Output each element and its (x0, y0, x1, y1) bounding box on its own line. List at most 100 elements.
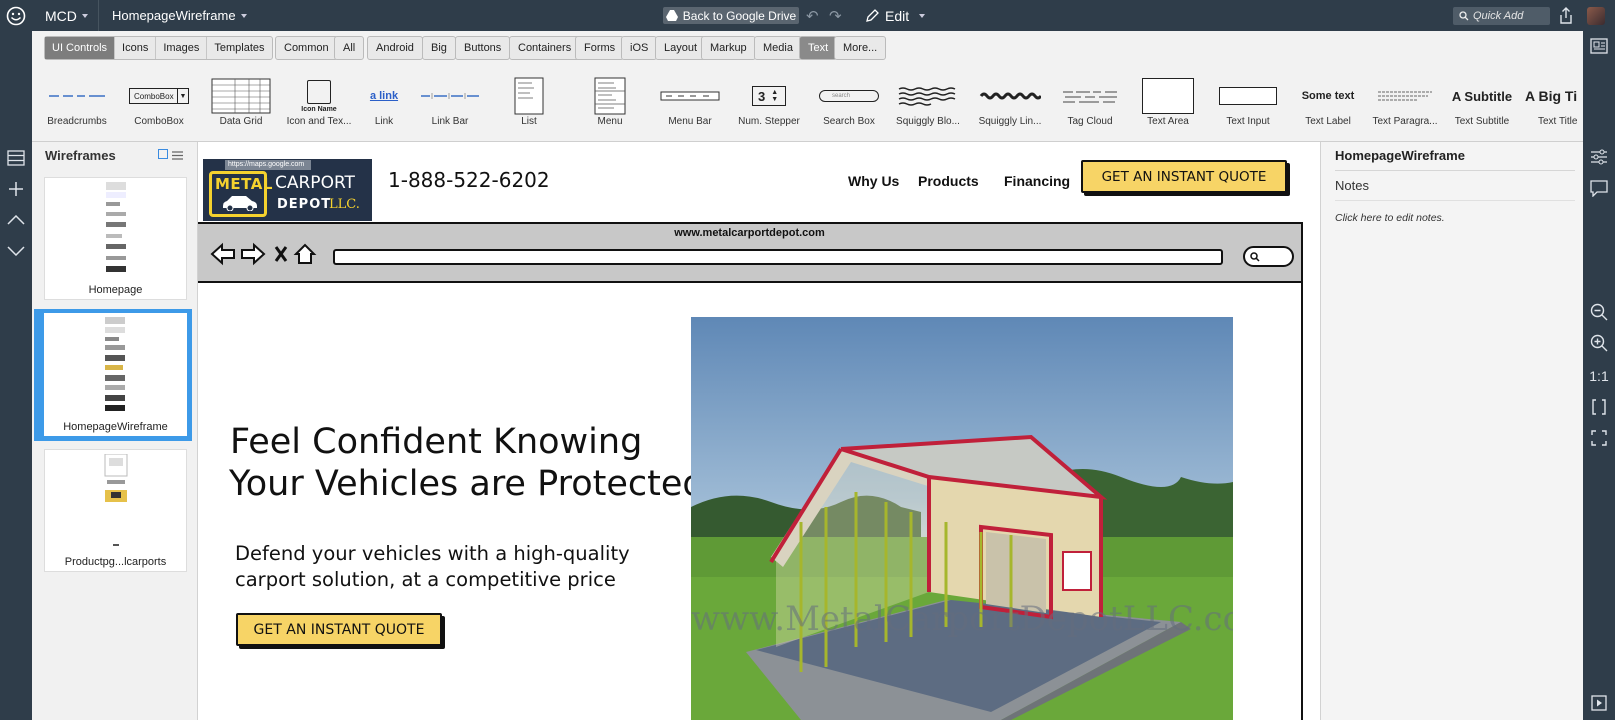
tab-icons[interactable]: Icons (115, 37, 157, 59)
category-more[interactable]: More... (834, 36, 887, 60)
search-icon (1459, 11, 1469, 21)
view-tabs: UI Controls Icons Images Templates (44, 36, 273, 60)
quick-add-input[interactable]: Quick Add (1453, 7, 1550, 25)
text-title-preview-text: A Big Ti (1525, 88, 1578, 104)
palette-squiggly-line[interactable]: Squiggly Lin... (970, 71, 1050, 131)
palette-label: Num. Stepper (738, 116, 800, 127)
squiggly-block-icon (888, 77, 968, 115)
palette-squiggly-block[interactable]: Squiggly Blo... (888, 71, 968, 131)
nav-link-products[interactable]: Products (918, 173, 979, 189)
palette-label: Menu Bar (668, 116, 712, 127)
tab-ui-controls[interactable]: UI Controls (45, 37, 116, 59)
palette-text-area[interactable]: Text Area (1128, 71, 1208, 131)
nav-link-why-us[interactable]: Why Us (848, 173, 899, 189)
zoom-in-icon[interactable] (1583, 331, 1615, 355)
category-buttons[interactable]: Buttons (455, 36, 511, 60)
comment-icon[interactable] (1583, 176, 1615, 200)
browser-address-bar[interactable] (333, 249, 1223, 265)
carport-illustration (691, 434, 1233, 720)
notes-label: Notes (1335, 178, 1369, 193)
text-area-icon (1128, 77, 1208, 115)
category-media[interactable]: Media (754, 36, 802, 60)
undo-icon[interactable]: ↶ (806, 0, 819, 31)
category-common[interactable]: Common (275, 36, 338, 60)
palette-breadcrumbs[interactable]: Breadcrumbs (37, 71, 117, 131)
chevron-up-icon[interactable] (0, 208, 32, 232)
palette-combobox[interactable]: ComboBox ▼ ComboBox (119, 71, 199, 131)
add-icon[interactable] (0, 177, 32, 201)
zoom-out-icon[interactable] (1583, 300, 1615, 324)
thumbnail-view-icon[interactable] (158, 149, 168, 159)
wireframe-item-homepage[interactable]: Homepage (44, 177, 187, 300)
combobox-icon: ComboBox ▼ (119, 77, 199, 115)
text-subtitle-icon: A Subtitle (1442, 77, 1522, 115)
palette-search-box[interactable]: search Search Box (809, 71, 889, 131)
palette-text-label[interactable]: Some text Text Label (1288, 71, 1368, 131)
category-big[interactable]: Big (422, 36, 456, 60)
category-android[interactable]: Android (367, 36, 423, 60)
palette-link-bar[interactable]: Link Bar (410, 71, 490, 131)
browser-search-field[interactable] (1243, 246, 1294, 267)
category-text[interactable]: Text (799, 36, 838, 60)
ui-library-toolbar: UI Controls Icons Images Templates Commo… (32, 31, 1583, 142)
list-view-icon[interactable] (0, 146, 32, 170)
category-ios[interactable]: iOS (621, 36, 658, 60)
palette-menu-bar[interactable]: Menu Bar (650, 71, 730, 131)
wireframe-canvas[interactable]: https://maps.google.com METAL CARPORT DE… (198, 142, 1320, 720)
share-icon[interactable] (1559, 0, 1573, 31)
fullscreen-icon[interactable] (1583, 426, 1615, 450)
category-markup[interactable]: Markup (701, 36, 756, 60)
category-all[interactable]: All (334, 36, 365, 60)
company-logo[interactable]: https://maps.google.com METAL CARPORT DE… (203, 159, 372, 221)
search-box-preview-text: search (819, 90, 879, 102)
palette-text-input[interactable]: Text Input (1208, 71, 1288, 131)
quick-add-placeholder: Quick Add (1473, 10, 1524, 22)
wireframe-item-productpg[interactable]: Productpg...lcarports (44, 449, 187, 572)
palette-text-subtitle[interactable]: A Subtitle Text Subtitle (1442, 71, 1522, 131)
project-menu[interactable]: MCD (45, 0, 88, 31)
logo-link-url: https://maps.google.com (225, 160, 311, 170)
text-input-icon (1208, 77, 1288, 115)
category-layout[interactable]: Layout (655, 36, 707, 60)
category-forms[interactable]: Forms (575, 36, 625, 60)
get-instant-quote-button-header[interactable]: GET AN INSTANT QUOTE (1081, 160, 1287, 193)
play-icon[interactable] (1583, 691, 1615, 715)
carport-hero-image: www.MetalCarportDepotLLC.com (691, 317, 1233, 720)
layout-toggle-icon[interactable] (1583, 34, 1615, 58)
fit-width-icon[interactable] (1583, 395, 1615, 419)
palette-data-grid[interactable]: Data Grid (201, 71, 281, 131)
palette-label: Breadcrumbs (47, 116, 107, 127)
car-icon (223, 196, 257, 211)
tab-images[interactable]: Images (156, 37, 208, 59)
avatar[interactable] (1587, 0, 1605, 31)
tab-templates[interactable]: Templates (207, 37, 271, 59)
browser-toolbar-mock: www.metalcarportdepot.com (198, 224, 1301, 283)
link-bar-icon (410, 77, 490, 115)
palette-num-stepper[interactable]: 3 ▲ ▼ Num. Stepper (729, 71, 809, 131)
app-logo-icon[interactable] (6, 0, 26, 31)
wireframe-item-label: Homepage (88, 284, 143, 296)
edit-menu[interactable]: Edit (865, 0, 925, 31)
notes-edit-field[interactable]: Click here to edit notes. (1335, 212, 1445, 224)
phone-number[interactable]: 1-888-522-6202 (388, 168, 550, 192)
image-watermark: www.MetalCarportDepotLLC.com (691, 599, 1233, 639)
squiggly-line-icon (970, 77, 1050, 115)
edit-label: Edit (885, 7, 910, 24)
palette-text-paragraph[interactable]: Text Paragra... (1365, 71, 1445, 131)
get-instant-quote-button-hero[interactable]: GET AN INSTANT QUOTE (236, 613, 442, 646)
breadcrumbs-icon (37, 77, 117, 115)
nav-link-financing[interactable]: Financing (1004, 173, 1070, 189)
chevron-down-icon[interactable] (0, 239, 32, 263)
palette-text-title[interactable]: A Big Ti Text Title (1522, 71, 1583, 131)
palette-list[interactable]: List (489, 71, 569, 131)
properties-icon[interactable] (1583, 145, 1615, 169)
redo-icon[interactable]: ↷ (829, 0, 842, 31)
category-containers[interactable]: Containers (509, 36, 581, 60)
list-view-toggle-icon[interactable] (172, 148, 183, 166)
actual-size-icon[interactable]: 1:1 (1583, 364, 1615, 388)
palette-menu[interactable]: Menu (570, 71, 650, 131)
wireframe-item-homepagewireframe[interactable]: HomepageWireframe (44, 313, 187, 436)
file-menu[interactable]: HomepageWireframe (112, 0, 247, 31)
back-to-google-drive-button[interactable]: Back to Google Drive (663, 7, 799, 24)
palette-tag-cloud[interactable]: Tag Cloud (1050, 71, 1130, 131)
